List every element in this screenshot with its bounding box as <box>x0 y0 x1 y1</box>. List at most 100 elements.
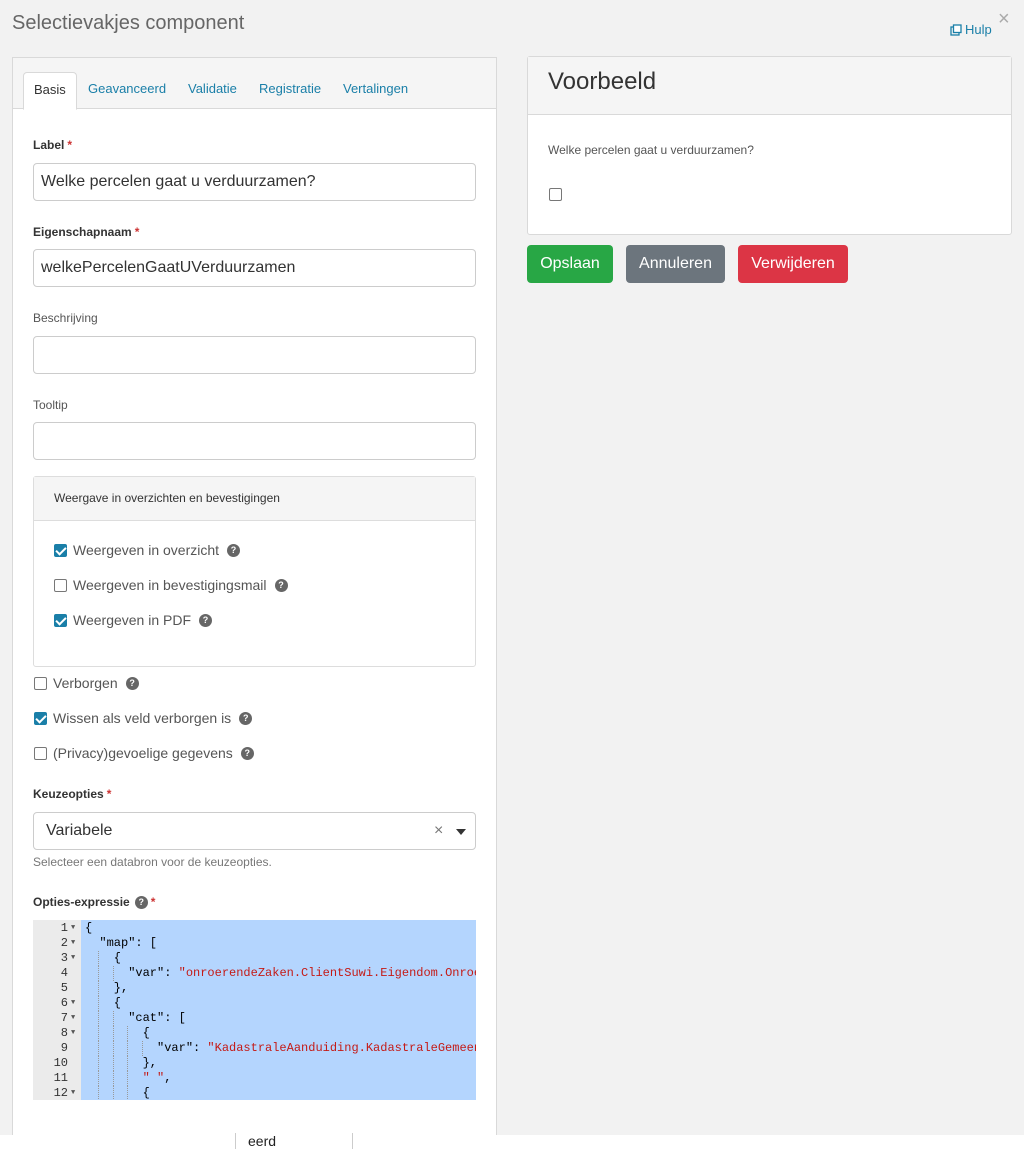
choice-options-help: Selecteer een databron voor de keuzeopti… <box>33 855 272 869</box>
question-circle-icon[interactable]: ? <box>125 676 139 690</box>
code-text: "var": "KadastraleAanduiding.KadastraleG… <box>85 1041 476 1055</box>
question-circle-icon[interactable]: ? <box>240 746 254 760</box>
options-expression-editor[interactable]: 1 ▼{2 ▼ "map": [3 ▼ {4 "var": "onroerendeZa… <box>33 920 476 1100</box>
property-name-label: Eigenschapnaam * <box>33 225 140 239</box>
line-number: 6 <box>60 996 68 1010</box>
fold-toggle-icon[interactable]: ▼ <box>71 951 75 966</box>
line-number: 2 <box>60 936 68 950</box>
fold-toggle-icon[interactable]: ▼ <box>71 936 75 951</box>
indent-guide <box>127 1026 129 1041</box>
tab-registratie[interactable]: Registratie <box>249 72 331 109</box>
code-line[interactable]: 12 ▼ { <box>33 1086 476 1100</box>
fold-toggle-icon[interactable]: ▼ <box>71 996 75 1011</box>
question-circle-icon[interactable]: ? <box>134 895 148 909</box>
indent-guide <box>112 1011 114 1026</box>
preview-question: Welke percelen gaat u verduurzamen? <box>548 143 754 157</box>
sensitive-data-label: (Privacy)gevoelige gegevens <box>53 745 233 761</box>
label-input[interactable] <box>33 163 476 201</box>
description-input[interactable] <box>33 336 476 374</box>
show-in-pdf-checkbox[interactable] <box>54 613 67 627</box>
help-link[interactable]: Hulp <box>950 22 992 37</box>
show-in-overview-option[interactable]: Weergeven in overzicht ? <box>54 542 241 558</box>
show-in-pdf-option[interactable]: Weergeven in PDF ? <box>54 612 213 628</box>
line-number: 7 <box>60 1011 68 1025</box>
settings-panel: Basis Geavanceerd Validatie Registratie … <box>12 57 497 1135</box>
preview-checkbox[interactable] <box>549 188 562 201</box>
line-number: 4 <box>60 966 68 980</box>
description-label: Beschrijving <box>33 311 98 325</box>
tooltip-input[interactable] <box>33 422 476 460</box>
indent-guide <box>98 1026 100 1041</box>
code-line[interactable]: 1 ▼ { <box>33 921 476 936</box>
show-in-mail-label: Weergeven in bevestigingsmail <box>73 577 267 593</box>
indent-guide <box>127 1056 129 1071</box>
tab-basis[interactable]: Basis <box>23 72 77 110</box>
sensitive-data-option[interactable]: (Privacy)gevoelige gegevens ? <box>34 745 254 761</box>
question-circle-icon[interactable]: ? <box>199 613 213 627</box>
property-name-input[interactable] <box>33 249 476 287</box>
fold-toggle-icon[interactable]: ▼ <box>71 921 75 936</box>
show-in-overview-checkbox[interactable] <box>54 543 67 557</box>
code-text: "var": "onroerendeZaken.ClientSuwi.Eigen… <box>85 966 476 980</box>
tab-geavanceerd[interactable]: Geavanceerd <box>78 72 176 109</box>
choice-options-label: Keuzeopties * <box>33 787 112 801</box>
footer-text-fragment: eerd <box>235 1133 353 1149</box>
indent-guide <box>98 1011 100 1026</box>
indent-guide <box>112 1071 114 1086</box>
code-text: }, <box>85 981 129 995</box>
show-in-overview-label: Weergeven in overzicht <box>73 542 220 558</box>
code-line[interactable]: 5 }, <box>33 981 476 996</box>
show-in-mail-option[interactable]: Weergeven in bevestigingsmail ? <box>54 577 288 593</box>
sensitive-data-checkbox[interactable] <box>34 746 47 760</box>
indent-guide <box>98 1086 100 1100</box>
fold-toggle-icon[interactable]: ▼ <box>71 1026 75 1041</box>
code-line[interactable]: 4 "var": "onroerendeZaken.ClientSuwi.Eig… <box>33 966 476 981</box>
code-line[interactable]: 6 ▼ { <box>33 996 476 1011</box>
code-line[interactable]: 7 ▼ "cat": [ <box>33 1011 476 1026</box>
show-in-pdf-label: Weergeven in PDF <box>73 612 192 628</box>
code-line[interactable]: 10 }, <box>33 1056 476 1071</box>
line-number: 9 <box>60 1041 68 1055</box>
code-line[interactable]: 8 ▼ { <box>33 1026 476 1041</box>
modal-title: Selectievakjes component <box>12 12 245 34</box>
indent-guide <box>98 951 100 966</box>
indent-guide <box>127 1086 129 1100</box>
indent-guide <box>127 1071 129 1086</box>
show-in-mail-checkbox[interactable] <box>54 578 67 592</box>
options-expression-label: Opties-expressie ? * <box>33 895 156 909</box>
indent-guide <box>112 1086 114 1100</box>
code-text: }, <box>85 1056 158 1070</box>
fold-toggle-icon[interactable]: ▼ <box>71 1086 75 1100</box>
preview-title: Voorbeeld <box>528 57 1011 115</box>
save-button[interactable]: Opslaan <box>527 245 613 283</box>
label-field-label: Label * <box>33 138 73 152</box>
question-circle-icon[interactable]: ? <box>239 711 253 725</box>
code-line[interactable]: 3 ▼ { <box>33 951 476 966</box>
question-circle-icon[interactable]: ? <box>274 578 288 592</box>
line-number: 11 <box>53 1071 68 1085</box>
question-circle-icon[interactable]: ? <box>227 543 241 557</box>
fold-toggle-icon[interactable]: ▼ <box>71 1011 75 1026</box>
hidden-option[interactable]: Verborgen ? <box>34 675 139 691</box>
indent-guide <box>112 1056 114 1071</box>
clear-on-hide-label: Wissen als veld verborgen is <box>53 710 232 726</box>
cancel-button[interactable]: Annuleren <box>626 245 725 283</box>
hidden-checkbox[interactable] <box>34 676 47 690</box>
clear-on-hide-option[interactable]: Wissen als veld verborgen is ? <box>34 710 253 726</box>
choice-options-select[interactable]: Variabele × <box>33 812 476 850</box>
clear-icon[interactable]: × <box>434 822 443 840</box>
tab-bar: Basis Geavanceerd Validatie Registratie … <box>13 58 496 110</box>
help-link-label: Hulp <box>965 22 992 37</box>
indent-guide <box>141 1041 143 1056</box>
preview-card: Voorbeeld Welke percelen gaat u verduurz… <box>527 56 1012 235</box>
code-line[interactable]: 9 "var": "KadastraleAanduiding.Kadastral… <box>33 1041 476 1056</box>
code-line[interactable]: 2 ▼ "map": [ <box>33 936 476 951</box>
tab-vertalingen[interactable]: Vertalingen <box>333 72 418 109</box>
clear-on-hide-checkbox[interactable] <box>34 711 47 725</box>
close-button[interactable]: × <box>998 8 1010 31</box>
delete-button[interactable]: Verwijderen <box>738 245 848 283</box>
caret-down-icon[interactable] <box>456 829 466 835</box>
hidden-label: Verborgen <box>53 675 118 691</box>
code-line[interactable]: 11 " ", <box>33 1071 476 1086</box>
tab-validatie[interactable]: Validatie <box>178 72 247 109</box>
